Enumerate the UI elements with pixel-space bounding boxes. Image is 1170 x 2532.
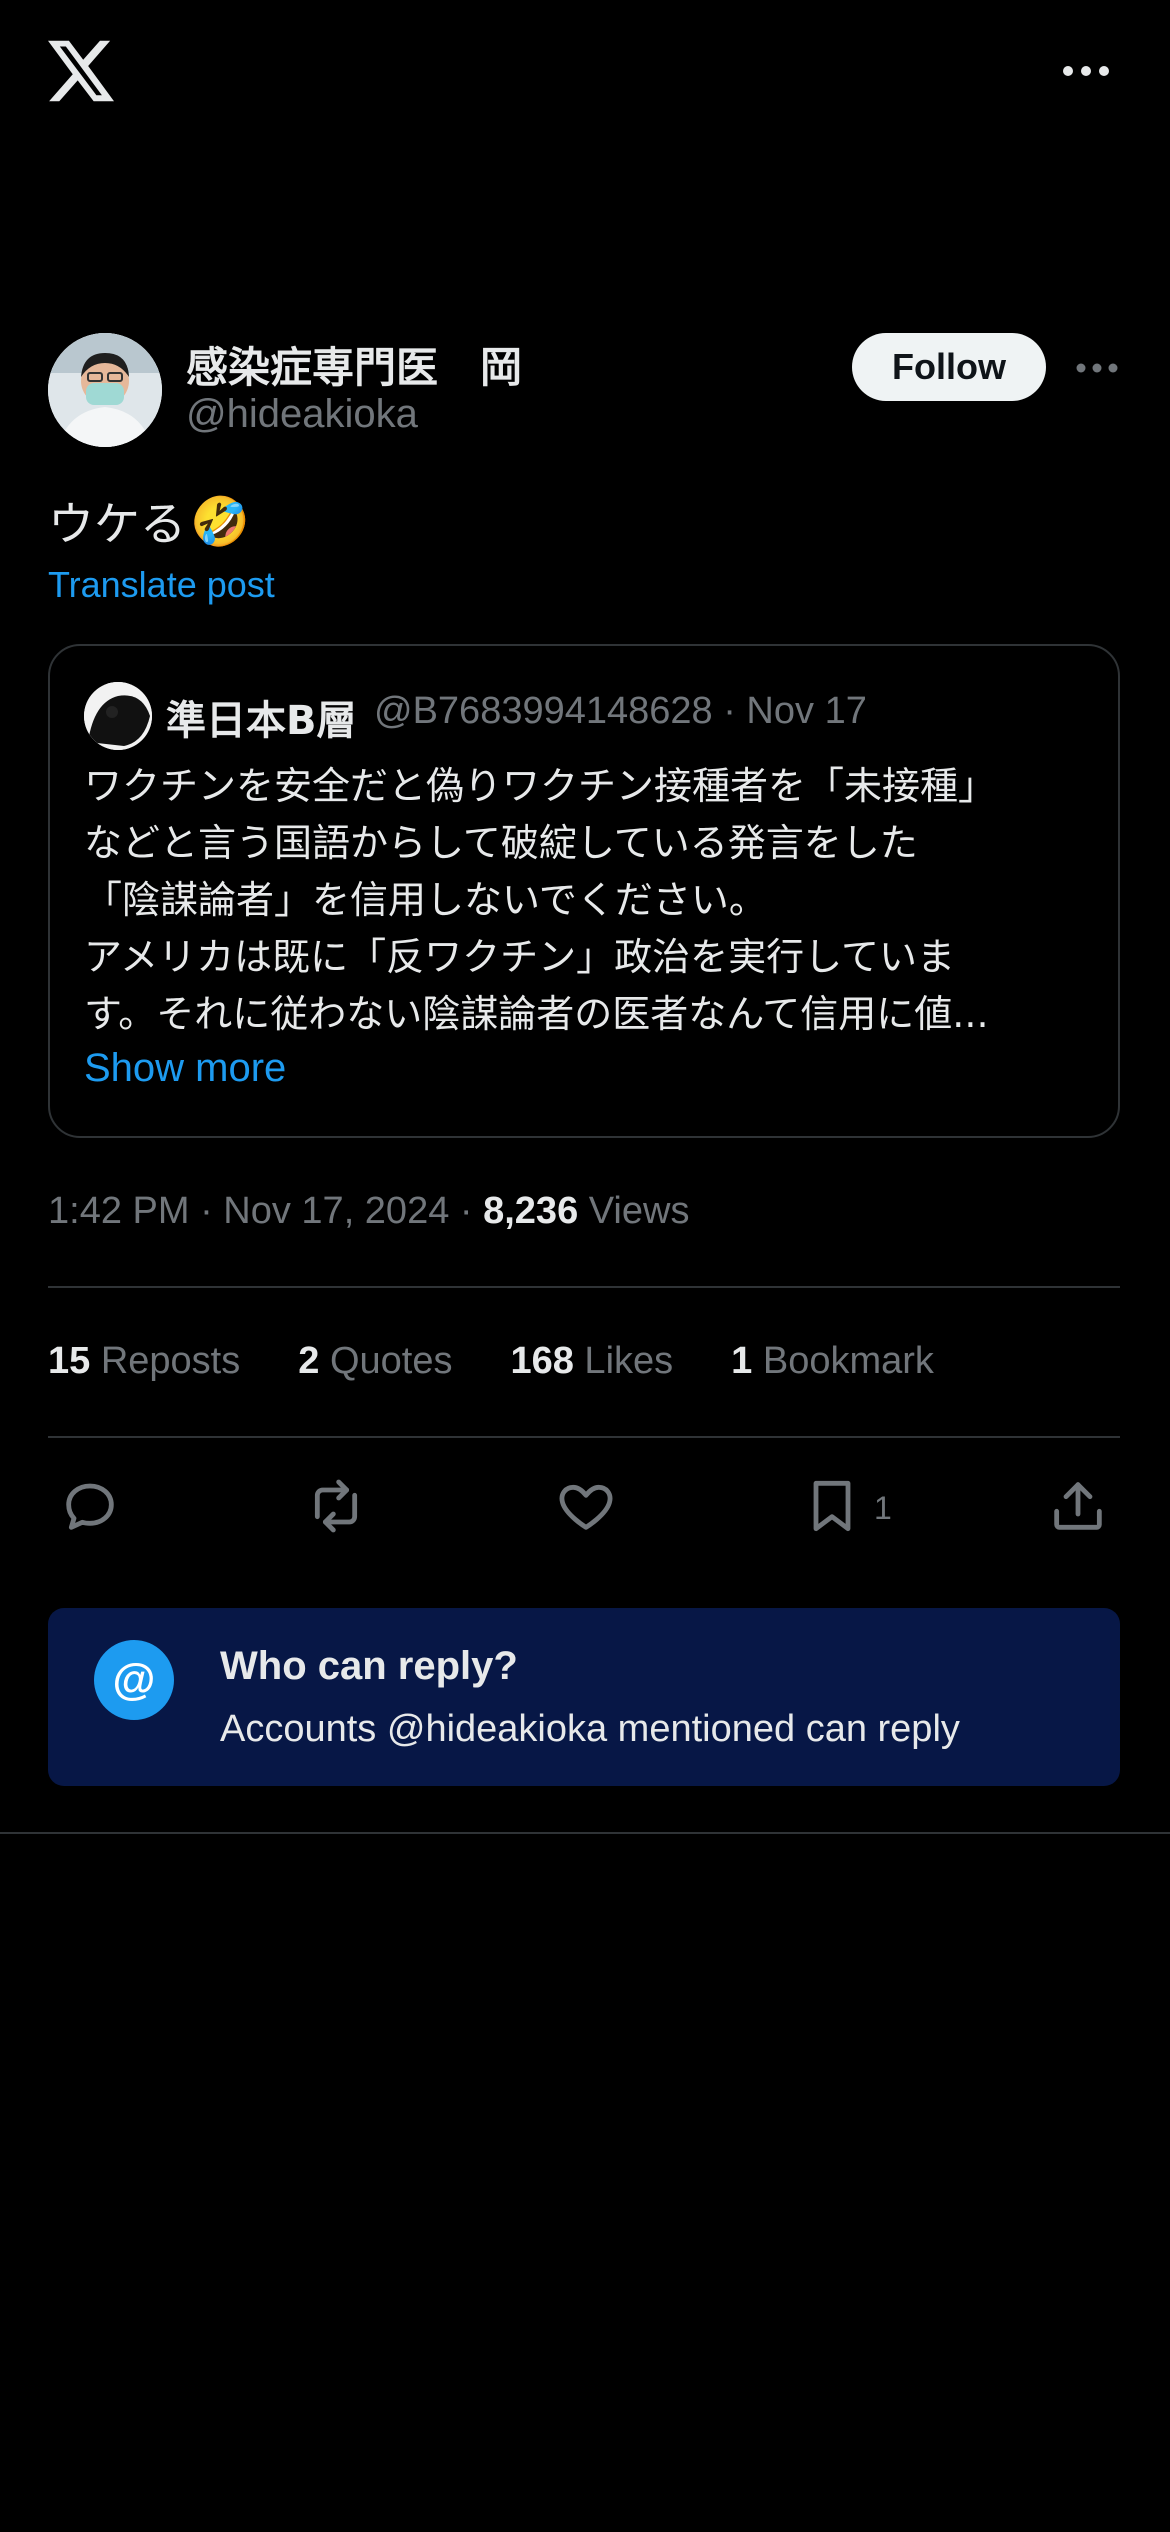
divider bbox=[48, 1436, 1120, 1438]
likes-label: Likes bbox=[573, 1340, 674, 1382]
divider bbox=[48, 1286, 1120, 1288]
x-logo-icon[interactable] bbox=[48, 40, 114, 102]
bookmarks-stat[interactable]: 1 Bookmark bbox=[731, 1340, 934, 1383]
quoted-text-line: 「陰謀論者」を信用しないでください。 bbox=[84, 878, 767, 922]
bookmarks-label: Bookmark bbox=[752, 1340, 934, 1382]
post-more-icon[interactable] bbox=[1076, 362, 1118, 374]
share-icon[interactable] bbox=[1046, 1474, 1110, 1538]
bookmark-icon[interactable] bbox=[800, 1474, 864, 1538]
quoted-text-line: ワクチンを安全だと偽りワクチン接種者を「未接種」 bbox=[84, 764, 997, 808]
at-mention-icon: @ bbox=[94, 1640, 174, 1720]
bookmarks-count: 1 bbox=[731, 1340, 753, 1382]
timestamp-text: 1:42 PM · Nov 17, 2024 · bbox=[48, 1190, 484, 1232]
quoted-text-line: などと言う国語からして破綻している発言をした bbox=[84, 821, 918, 865]
author-handle[interactable]: @hideakioka bbox=[186, 392, 418, 437]
divider bbox=[0, 1832, 1170, 1834]
avatar[interactable] bbox=[48, 333, 162, 447]
reposts-count: 15 bbox=[48, 1340, 91, 1382]
views-label: Views bbox=[578, 1190, 690, 1232]
repost-icon[interactable] bbox=[304, 1474, 368, 1538]
reposts-stat[interactable]: 15 Reposts bbox=[48, 1340, 240, 1383]
translate-post-link[interactable]: Translate post bbox=[48, 564, 275, 606]
quotes-label: Quotes bbox=[319, 1340, 453, 1382]
more-dots-icon[interactable] bbox=[1062, 64, 1110, 78]
reply-icon[interactable] bbox=[58, 1474, 122, 1538]
quoted-avatar[interactable] bbox=[84, 682, 152, 750]
quotes-count: 2 bbox=[298, 1340, 320, 1382]
reposts-label: Reposts bbox=[90, 1340, 241, 1382]
follow-button[interactable]: Follow bbox=[852, 333, 1046, 401]
quoted-author-meta: @B7683994148628 · Nov 17 bbox=[374, 690, 867, 732]
post-text: ウケる 🤣 bbox=[48, 488, 250, 554]
who-can-reply-description: Accounts @hideakioka mentioned can reply bbox=[220, 1708, 960, 1750]
author-name[interactable]: 感染症専門医 岡 bbox=[186, 334, 522, 395]
show-more-link[interactable]: Show more bbox=[84, 1046, 286, 1091]
quoted-text-line: アメリカは既に「反ワクチン」政治を実行していま bbox=[84, 935, 955, 979]
like-icon[interactable] bbox=[554, 1474, 618, 1538]
likes-stat[interactable]: 168 Likes bbox=[510, 1340, 673, 1383]
quoted-author-name: 準日本B層 bbox=[166, 698, 357, 744]
quoted-text: ワクチンを安全だと偽りワクチン接種者を「未接種」 などと言う国語からして破綻して… bbox=[84, 758, 1094, 1043]
quotes-stat[interactable]: 2 Quotes bbox=[298, 1340, 452, 1383]
post-timestamp: 1:42 PM · Nov 17, 2024 · 8,236 Views bbox=[48, 1190, 689, 1233]
views-count: 8,236 bbox=[483, 1190, 579, 1232]
quoted-text-line: す。それに従わない陰謀論者の医者なんて信用に値... bbox=[84, 992, 989, 1036]
rofl-emoji: 🤣 bbox=[190, 493, 250, 550]
engagement-stats: 15 Reposts 2 Quotes 168 Likes 1 Bookmark bbox=[48, 1340, 992, 1383]
likes-count: 168 bbox=[510, 1340, 574, 1382]
bookmark-action-count: 1 bbox=[874, 1490, 892, 1526]
who-can-reply-banner bbox=[48, 1608, 1120, 1786]
post-text-body: ウケる bbox=[48, 497, 186, 551]
who-can-reply-title: Who can reply? bbox=[220, 1644, 518, 1688]
